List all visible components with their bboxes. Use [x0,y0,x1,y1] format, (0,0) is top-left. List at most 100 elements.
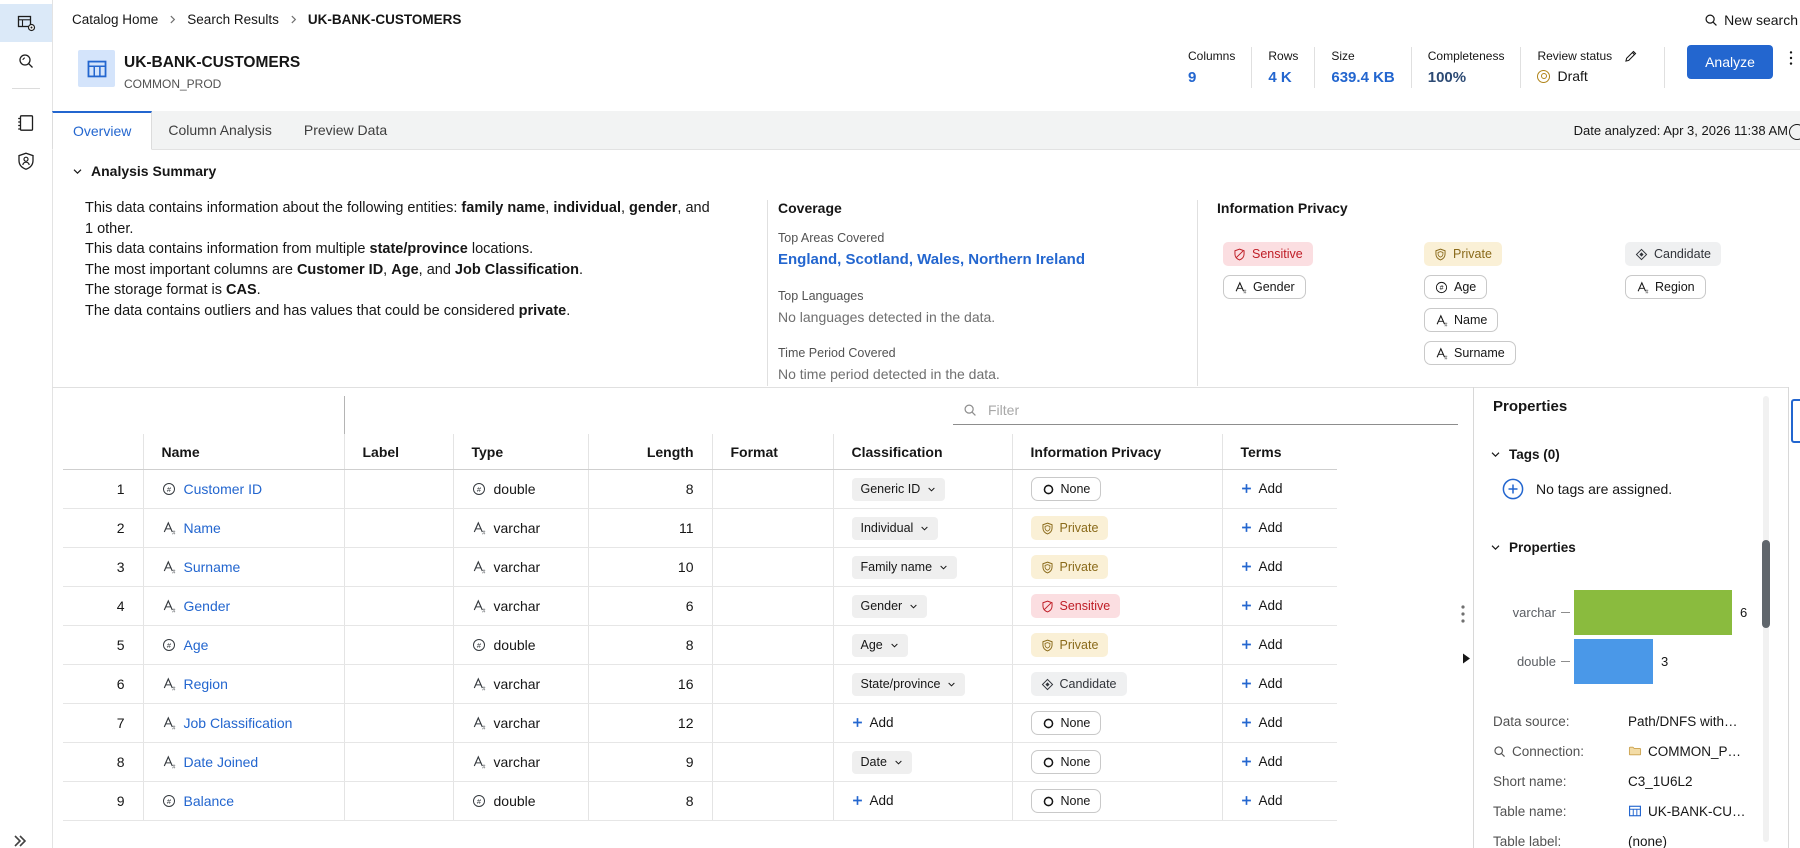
properties-section-header[interactable]: Properties [1490,540,1576,555]
chart-row: double 3 [1474,637,1747,686]
properties-panel-title: Properties [1493,398,1568,415]
type-cell: # varchar [452,664,588,704]
overflow-menu-button[interactable] [1783,50,1797,74]
label-cell [343,781,453,821]
add-tag-button[interactable] [1502,478,1524,500]
terms-add-button[interactable]: Add [1241,481,1283,496]
panel-collapse-arrow[interactable] [1462,651,1471,664]
privacy-tag[interactable]: None [1030,477,1102,501]
column-name-link[interactable]: Surname [184,559,241,575]
panel-toggle-button[interactable] [1791,399,1800,443]
breadcrumb-catalog-home[interactable]: Catalog Home [72,12,158,27]
privacy-overview-tag[interactable]: # Gender [1223,275,1306,299]
terms-add-button[interactable]: Add [1241,637,1283,652]
stat-label: Completeness [1427,49,1505,63]
sidebar-item-governance[interactable] [0,142,52,180]
type-cell: # double [452,469,588,509]
privacy-overview-tag[interactable]: # Surname [1424,341,1516,365]
classification-dropdown[interactable]: Age [851,633,908,657]
properties-section-title: Properties [1509,540,1576,555]
privacy-overview-tag[interactable]: Private [1424,242,1502,266]
double-icon: # [472,482,486,496]
tab-preview-data[interactable]: Preview Data [288,111,403,149]
classification-cell: Generic ID [832,469,1012,509]
privacy-tag[interactable]: Private [1030,516,1109,540]
privacy-tag[interactable]: Sensitive [1030,594,1121,618]
panel-scrollbar-thumb[interactable] [1762,540,1770,628]
privacy-overview-tag[interactable]: # Name [1424,308,1499,332]
column-name-link[interactable]: Balance [184,793,235,809]
tab-overview[interactable]: Overview [52,111,153,150]
column-name-link[interactable]: Region [184,676,228,692]
column-name-link[interactable]: Name [184,520,221,536]
table-row: 7 # Job Classification # varchar 12 Add None Add [63,703,1337,743]
privacy-cell: Candidate [1011,664,1222,704]
tag-label: Private [1059,521,1099,535]
privacy-tag[interactable]: Private [1030,555,1109,579]
classification-dropdown[interactable]: Family name [851,555,958,579]
privacy-tag[interactable]: None [1030,750,1102,774]
sidebar-expand-button[interactable] [12,833,28,848]
length-cell: 8 [587,781,712,821]
classification-dropdown[interactable]: Date [851,750,912,774]
privacy-tag[interactable]: None [1030,711,1102,735]
sidebar-item-catalog[interactable] [0,4,52,42]
classification-dropdown[interactable]: Individual [851,516,939,540]
tab-column-analysis[interactable]: Column Analysis [152,111,288,149]
terms-add-button[interactable]: Add [1241,754,1283,769]
privacy-tag[interactable]: Candidate [1030,672,1127,696]
terms-add-button[interactable]: Add [1241,520,1283,535]
filter-input[interactable] [986,400,1458,419]
svg-text:#: # [476,485,481,494]
detail-value: (none) [1628,834,1667,848]
detail-value[interactable]: COMMON_P… [1628,744,1741,759]
new-search-button[interactable]: New search [1704,12,1798,28]
coverage-areas-link[interactable]: England, Scotland, Wales, Northern Irela… [778,251,1085,268]
header-format: Format [711,434,833,470]
discover-icon [16,51,36,71]
terms-add-button[interactable]: Add [1241,676,1283,691]
privacy-tag[interactable]: Private [1030,633,1109,657]
sidebar-item-reference[interactable] [0,104,52,142]
plus-icon [1241,561,1252,572]
classification-add-button[interactable]: Add [852,715,894,730]
tags-section-header[interactable]: Tags (0) [1490,447,1560,462]
privacy-tag[interactable]: None [1030,789,1102,813]
privacy-cell: Private [1011,508,1222,548]
privacy-overview-tag[interactable]: # Region [1625,275,1706,299]
panel-drag-handle[interactable] [1460,604,1466,624]
review-status-block: Review status Draft [1520,47,1654,88]
shield-icon [1434,248,1447,261]
detail-row: Table name: UK-BANK-CU… [1493,802,1793,820]
terms-add-button[interactable]: Add [1241,598,1283,613]
terms-add-button[interactable]: Add [1241,715,1283,730]
classification-dropdown[interactable]: Gender [851,594,928,618]
column-name-link[interactable]: Customer ID [184,481,263,497]
type-cell: # double [452,781,588,821]
shield-icon [1041,561,1054,574]
search-icon [1704,13,1718,27]
breadcrumb-search-results[interactable]: Search Results [187,12,279,27]
column-name-link[interactable]: Gender [184,598,231,614]
column-name-link[interactable]: Age [184,637,209,653]
format-cell [711,742,833,782]
classification-add-button[interactable]: Add [852,793,894,808]
terms-add-button[interactable]: Add [1241,559,1283,574]
column-name-link[interactable]: Date Joined [184,754,259,770]
pencil-icon[interactable] [1624,49,1638,63]
table-icon [86,58,108,80]
classification-dropdown[interactable]: State/province [851,672,966,696]
classification-dropdown[interactable]: Generic ID [851,477,946,501]
classification-label: Date [860,755,887,769]
privacy-overview-tag[interactable]: Sensitive [1223,242,1313,266]
analyze-button[interactable]: Analyze [1687,45,1773,79]
varchar-icon: # [162,716,176,730]
summary-line: This data contains information about the… [85,200,710,216]
svg-text:#: # [172,530,176,535]
sidebar-item-discover[interactable] [0,42,52,80]
privacy-overview-tag[interactable]: Candidate [1625,242,1721,266]
analysis-summary-header[interactable]: Analysis Summary [72,163,216,179]
privacy-overview-tag[interactable]: # Age [1424,275,1488,299]
terms-add-button[interactable]: Add [1241,793,1283,808]
column-name-link[interactable]: Job Classification [184,715,293,731]
